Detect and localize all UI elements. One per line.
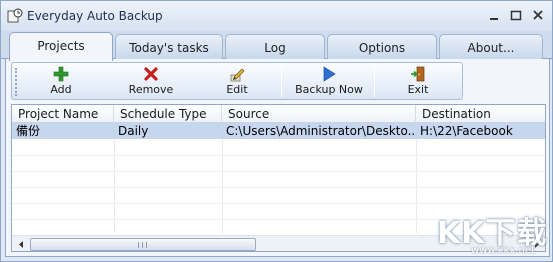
- exit-door-icon: [411, 66, 425, 82]
- app-icon: [7, 8, 23, 23]
- column-header-source[interactable]: Source: [222, 105, 416, 123]
- backup-now-button[interactable]: Backup Now: [288, 65, 370, 99]
- cell-schedule-type: Daily: [118, 124, 149, 138]
- tab-strip: Projects Today's tasks Log Options About…: [1, 31, 552, 61]
- cell-source: C:\Users\Administrator\Deskto...: [226, 124, 416, 138]
- title-bar[interactable]: Everyday Auto Backup: [1, 1, 552, 31]
- watermark-url: www.kkx.net: [471, 245, 535, 256]
- table-header: Project Name Schedule Type Source Destin…: [12, 105, 545, 123]
- backup-now-button-label: Backup Now: [295, 83, 363, 96]
- remove-button-label: Remove: [128, 83, 174, 96]
- toolbar-grip[interactable]: [15, 68, 18, 96]
- column-header-destination[interactable]: Destination: [416, 105, 545, 123]
- minimize-icon: [490, 18, 498, 20]
- table-row[interactable]: 備份 Daily C:\Users\Administrator\Deskto..…: [12, 123, 545, 139]
- close-icon: [533, 10, 543, 20]
- minimize-button[interactable]: [484, 7, 504, 25]
- add-button-label: Add: [50, 83, 72, 96]
- pencil-icon: [230, 68, 245, 82]
- maximize-button[interactable]: [506, 7, 526, 25]
- scrollbar-grip: [138, 242, 147, 248]
- tab-projects[interactable]: Projects: [9, 32, 113, 61]
- remove-button[interactable]: Remove: [112, 65, 190, 99]
- tab-log[interactable]: Log: [225, 34, 325, 60]
- window-title: Everyday Auto Backup: [27, 9, 163, 23]
- add-button[interactable]: Add: [26, 65, 96, 99]
- exit-button-label: Exit: [407, 83, 429, 96]
- grid-line: [114, 123, 115, 233]
- plus-icon: [53, 66, 69, 82]
- toolbar: Add Remove Edit Backup Now Exit: [11, 62, 463, 100]
- tab-options[interactable]: Options: [327, 34, 437, 60]
- grid-line: [12, 203, 545, 204]
- column-header-project-name[interactable]: Project Name: [12, 105, 114, 123]
- toolbar-separator: [374, 67, 375, 97]
- edit-button-label: Edit: [226, 83, 248, 96]
- watermark: KK下载 www.kkx.net: [421, 206, 551, 258]
- toolbar-separator: [281, 67, 282, 97]
- scroll-left-button[interactable]: [14, 238, 28, 251]
- cell-destination: H:\22\Facebook: [420, 124, 513, 138]
- app-window: Everyday Auto Backup Projects Today's ta…: [0, 0, 553, 262]
- maximize-icon: [510, 10, 522, 21]
- grid-line: [416, 123, 417, 233]
- grid-line: [12, 155, 545, 156]
- play-icon: [323, 66, 336, 82]
- grid-line: [12, 187, 545, 188]
- arrow-left-icon: [19, 241, 23, 248]
- edit-button[interactable]: Edit: [202, 65, 272, 99]
- grid-line: [222, 123, 223, 233]
- column-header-schedule-type[interactable]: Schedule Type: [114, 105, 222, 123]
- tab-todays-tasks[interactable]: Today's tasks: [115, 34, 223, 60]
- scrollbar-thumb[interactable]: [30, 238, 256, 251]
- cell-project-name: 備份: [16, 124, 41, 138]
- tab-about[interactable]: About...: [439, 34, 543, 60]
- exit-button[interactable]: Exit: [382, 65, 454, 99]
- x-icon: [144, 67, 158, 81]
- close-button[interactable]: [528, 7, 548, 25]
- grid-line: [12, 171, 545, 172]
